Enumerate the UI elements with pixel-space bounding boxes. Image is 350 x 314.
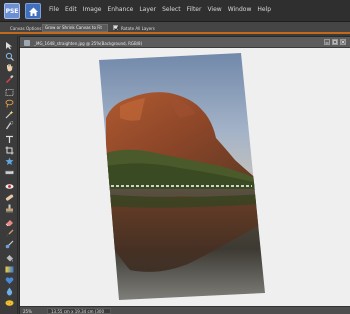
menu-enhance[interactable]: Enhance [107,6,133,13]
menu-edit[interactable]: Edit [65,6,77,13]
brush-tool-icon[interactable] [4,229,14,238]
clone-stamp-tool-icon[interactable] [4,204,14,213]
main-menu: File Edit Image Enhance Layer Select Fil… [49,6,271,13]
checkmark-icon [114,26,119,31]
menu-view[interactable]: View [207,6,221,13]
image-canvas[interactable] [20,48,350,306]
minimize-icon [325,42,329,44]
menu-select[interactable]: Select [162,6,181,13]
menu-layer[interactable]: Layer [139,6,156,13]
document-window: _MG_1648_straighten.jpg @ 25%(Background… [19,36,350,314]
app-logo: PSE [4,3,20,19]
rotate-all-layers-label: Rotate All Layers [121,26,155,31]
red-eye-tool-icon[interactable] [4,182,14,191]
minimize-button[interactable] [324,39,330,45]
toolbox [0,36,18,314]
zoom-level[interactable]: 25% [23,309,32,314]
crop-tool-icon[interactable] [4,146,14,155]
cookie-cutter-tool-icon[interactable] [4,157,14,166]
move-tool-icon[interactable] [4,41,14,50]
canvas-options-label: Canvas Options: [10,26,43,31]
eyedropper-tool-icon[interactable] [4,74,14,83]
spot-healing-tool-icon[interactable] [4,193,14,202]
document-size[interactable]: 13.55 cm x 19.34 cm (300 ppi) [47,308,111,314]
menu-filter[interactable]: Filter [187,6,202,13]
rotated-photo [99,53,265,300]
straighten-tool-icon[interactable] [4,168,14,177]
type-tool-icon[interactable] [4,135,14,144]
menu-bar: PSE File Edit Image Enhance Layer Select… [0,0,350,22]
document-title: _MG_1648_straighten.jpg @ 25%(Background… [34,40,143,46]
lasso-tool-icon[interactable] [4,99,14,108]
document-tab[interactable]: _MG_1648_straighten.jpg @ 25%(Background… [20,37,350,48]
close-button[interactable] [340,39,346,45]
menu-help[interactable]: Help [257,6,271,13]
menu-window[interactable]: Window [228,6,252,13]
home-button[interactable] [25,3,41,19]
gradient-tool-icon[interactable] [4,265,14,274]
canvas-options-select[interactable]: Grow or Shrink Canvas to Fit [42,24,108,32]
smart-brush-tool-icon[interactable] [4,240,14,249]
blur-tool-icon[interactable] [4,287,14,296]
quick-selection-tool-icon[interactable] [4,121,14,130]
photoshop-elements-window: PSE File Edit Image Enhance Layer Select… [0,0,350,314]
sponge-tool-icon[interactable] [4,298,14,307]
eraser-tool-icon[interactable] [4,218,14,227]
home-icon [29,7,38,16]
hand-tool-icon[interactable] [4,63,14,72]
zoom-tool-icon[interactable] [4,52,14,61]
maximize-button[interactable] [332,39,338,45]
shape-tool-icon[interactable] [4,276,14,285]
menu-image[interactable]: Image [83,6,102,13]
magic-wand-tool-icon[interactable] [4,110,14,119]
rotate-all-layers-checkbox[interactable] [113,25,119,31]
close-icon [341,40,345,44]
menu-file[interactable]: File [49,6,59,13]
maximize-icon [333,40,337,44]
paint-bucket-tool-icon[interactable] [4,254,14,263]
status-bar: 25% 13.55 cm x 19.34 cm (300 ppi) [20,306,350,314]
marquee-tool-icon[interactable] [4,88,14,97]
photo-content [99,53,265,300]
document-icon [24,40,30,46]
tool-options-bar: Canvas Options: Grow or Shrink Canvas to… [0,22,350,34]
